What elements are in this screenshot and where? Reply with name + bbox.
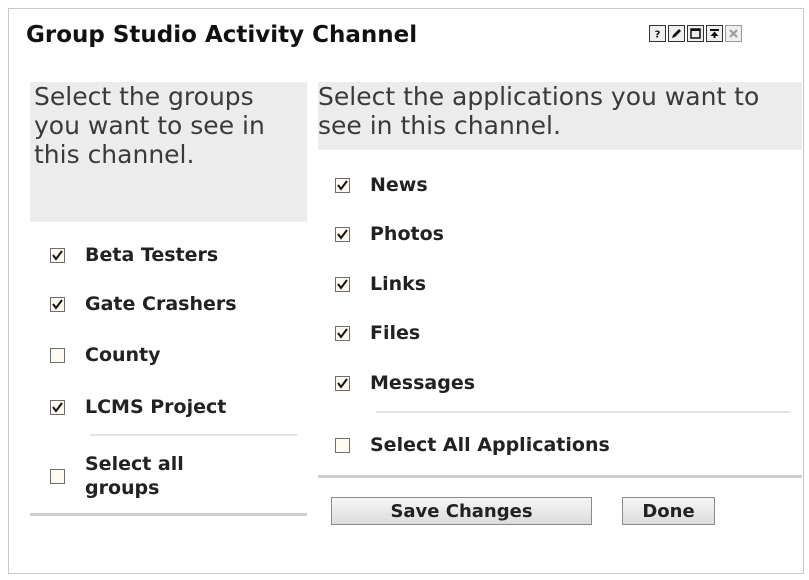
help-button[interactable]: ? [649, 25, 666, 42]
pencil-icon [672, 29, 681, 38]
close-button[interactable] [725, 25, 742, 42]
group-label: Beta Testers [85, 244, 219, 266]
app-label: News [370, 174, 428, 196]
question-icon: ? [655, 30, 661, 40]
checkmark-icon [337, 327, 348, 339]
checkbox[interactable] [335, 325, 350, 341]
checkmark-icon [337, 377, 348, 389]
minimize-button[interactable] [706, 25, 723, 42]
app-item-messages[interactable]: Messages [335, 372, 475, 394]
divider [318, 475, 802, 478]
checkbox[interactable] [335, 375, 350, 391]
checkbox[interactable] [50, 347, 65, 363]
window-icon [690, 28, 701, 39]
checkbox[interactable] [50, 468, 65, 484]
app-item-files[interactable]: Files [335, 322, 420, 344]
divider [90, 434, 297, 436]
select-all-applications-label: Select All Applications [370, 434, 610, 456]
maximize-button[interactable] [687, 25, 704, 42]
checkmark-icon [337, 179, 348, 191]
checkmark-icon [337, 278, 348, 290]
checkmark-icon [52, 298, 63, 310]
window-title: Group Studio Activity Channel [26, 22, 418, 48]
app-label: Photos [370, 223, 444, 245]
save-changes-button[interactable]: Save Changes [331, 497, 592, 525]
app-label: Links [370, 273, 427, 295]
select-all-groups-label: Select all groups [85, 453, 184, 499]
app-item-photos[interactable]: Photos [335, 223, 444, 245]
edit-button[interactable] [668, 25, 685, 42]
checkbox[interactable] [335, 226, 350, 242]
group-item-lcms-project[interactable]: LCMS Project [50, 396, 226, 418]
done-button[interactable]: Done [622, 497, 715, 525]
app-label: Messages [370, 372, 476, 394]
collapse-icon [710, 29, 719, 38]
group-label: County [85, 344, 161, 366]
checkmark-icon [337, 228, 348, 240]
applications-instructions: Select the applications you want to see … [318, 82, 802, 150]
checkmark-icon [52, 401, 63, 413]
select-all-groups[interactable]: Select all groups [50, 452, 195, 500]
window-controls: ? [649, 25, 744, 42]
checkbox[interactable] [335, 437, 350, 453]
checkmark-icon [52, 249, 63, 261]
checkbox[interactable] [50, 399, 65, 415]
divider [30, 513, 307, 516]
group-item-gate-crashers[interactable]: Gate Crashers [50, 293, 237, 315]
group-label: Gate Crashers [85, 293, 237, 315]
group-item-county[interactable]: County [50, 344, 161, 366]
groups-instructions: Select the groups you want to see in thi… [30, 82, 307, 222]
app-item-links[interactable]: Links [335, 273, 426, 295]
app-label: Files [370, 322, 421, 344]
checkbox[interactable] [335, 276, 350, 292]
group-item-beta-testers[interactable]: Beta Testers [50, 244, 218, 266]
svg-text:?: ? [655, 30, 661, 40]
select-all-applications[interactable]: Select All Applications [335, 434, 610, 456]
app-item-news[interactable]: News [335, 174, 428, 196]
close-icon [729, 29, 738, 38]
checkbox[interactable] [50, 296, 65, 312]
group-label: LCMS Project [85, 396, 227, 418]
checkbox[interactable] [335, 177, 350, 193]
checkbox[interactable] [50, 247, 65, 263]
divider [376, 411, 790, 413]
